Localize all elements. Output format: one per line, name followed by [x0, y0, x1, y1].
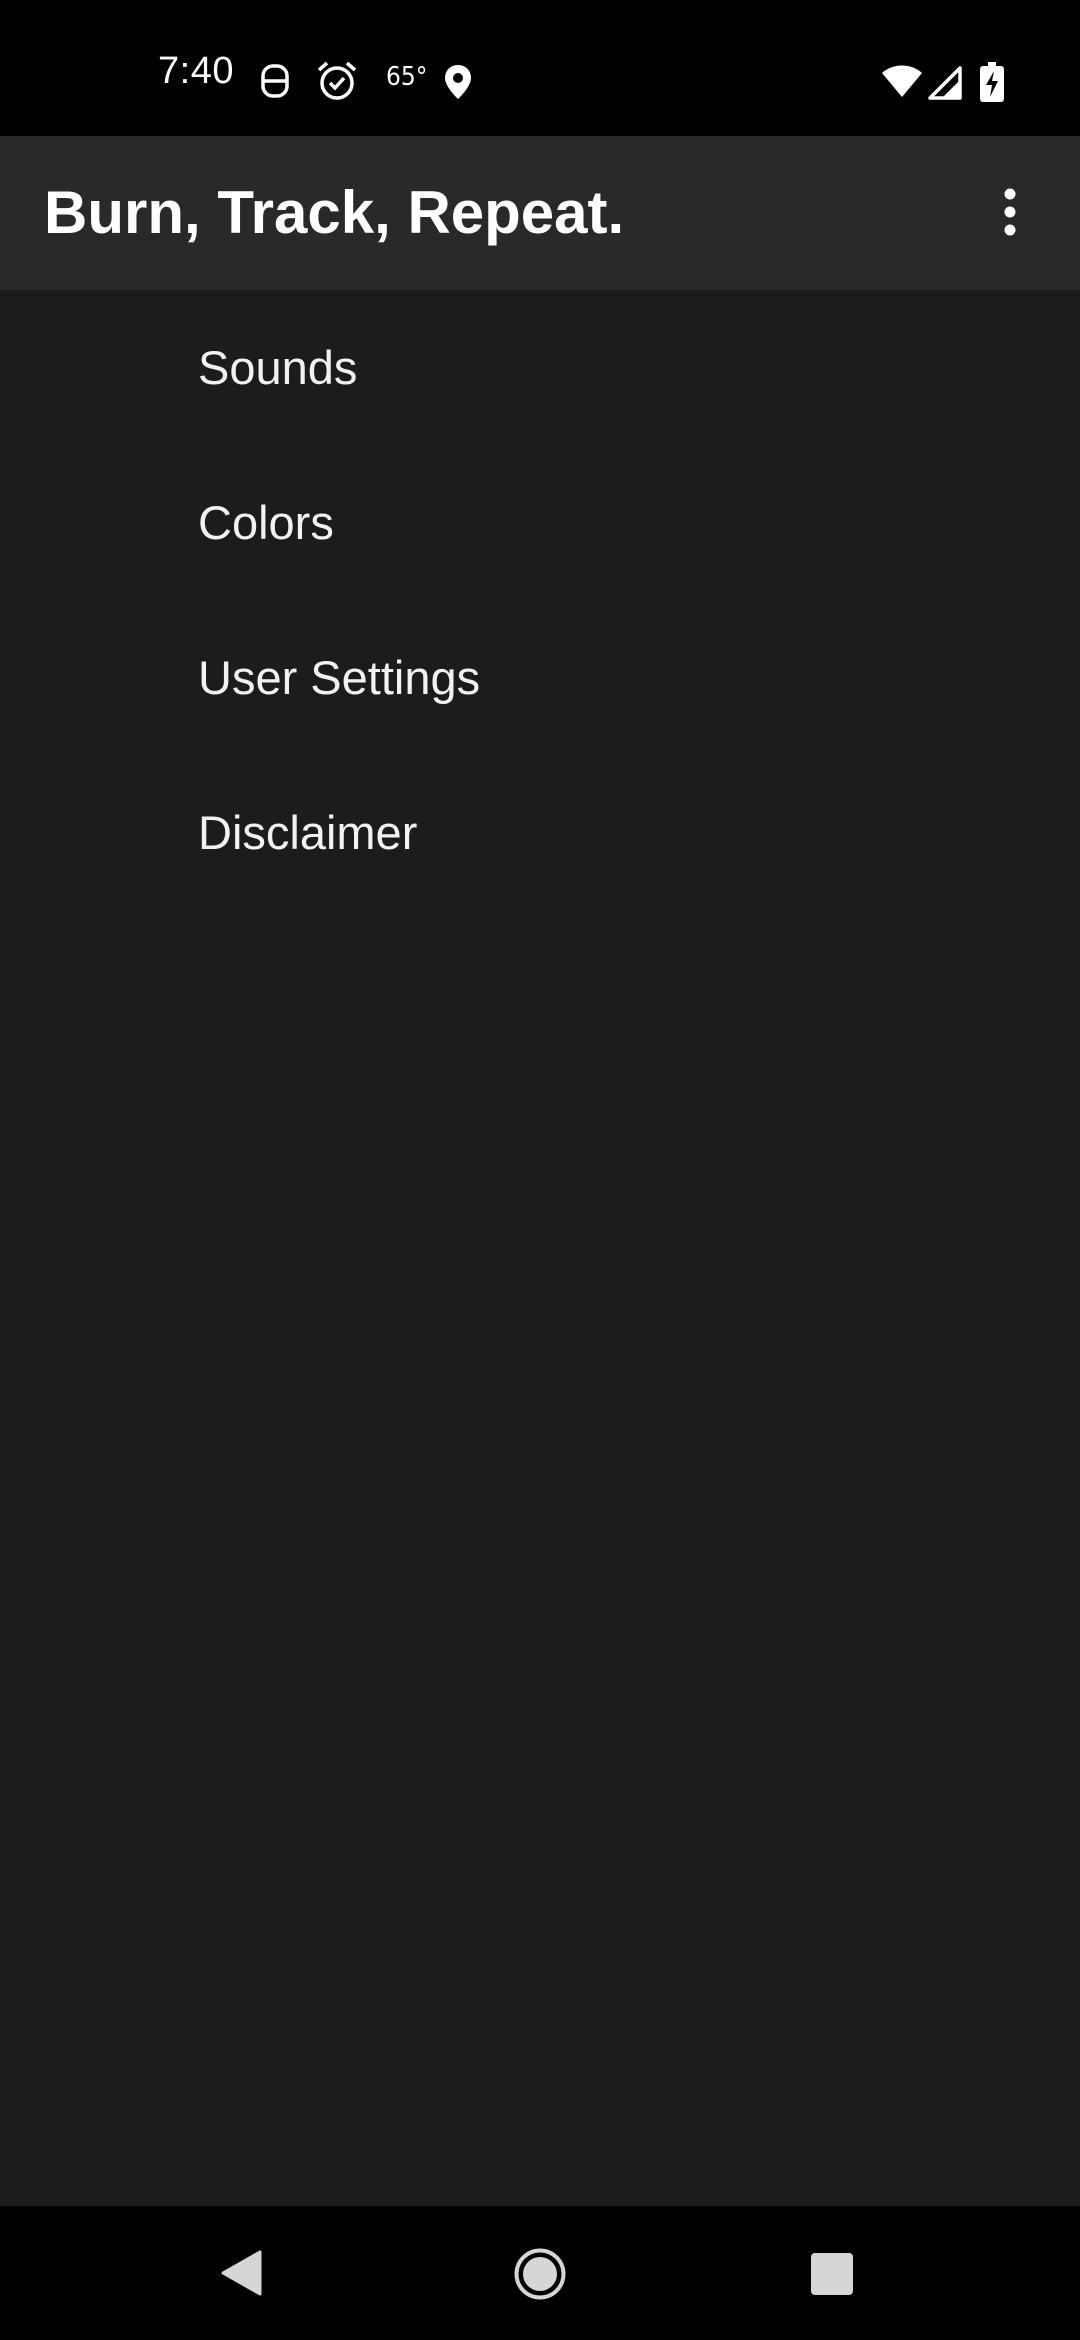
status-bar: 7:40 65°: [0, 0, 1080, 136]
status-time: 7:40: [158, 50, 234, 92]
menu-item-label: Sounds: [198, 341, 358, 394]
app-title: Burn, Track, Repeat.: [44, 179, 625, 246]
recents-icon: [811, 2253, 853, 2295]
menu-item-disclaimer[interactable]: Disclaimer: [0, 755, 1080, 910]
home-button[interactable]: [470, 2206, 610, 2340]
overflow-menu-button[interactable]: [960, 136, 1080, 290]
menu-item-label: User Settings: [198, 651, 481, 704]
notification-app-icon: [261, 64, 289, 98]
wifi-icon: [882, 65, 922, 97]
back-icon: [221, 2250, 262, 2296]
menu-item-user-settings[interactable]: User Settings: [0, 600, 1080, 755]
navigation-bar: [0, 2206, 1080, 2340]
recents-button[interactable]: [762, 2206, 902, 2340]
battery-charging-icon: [980, 62, 1004, 102]
more-vert-icon: [1004, 188, 1016, 236]
cellular-signal-icon: [928, 66, 962, 100]
menu-item-label: Disclaimer: [198, 806, 418, 859]
temperature-text: 65°: [386, 62, 428, 92]
back-button[interactable]: [174, 2206, 314, 2340]
location-pin-icon: [445, 65, 471, 99]
home-icon: [514, 2248, 566, 2300]
settings-menu-list: Sounds Colors User Settings Disclaimer: [0, 290, 1080, 910]
menu-item-colors[interactable]: Colors: [0, 445, 1080, 600]
settings-screen: 7:40 65° Burn, Track, Repeat. Sounds Col…: [0, 0, 1080, 2340]
menu-item-label: Colors: [198, 496, 334, 549]
menu-item-sounds[interactable]: Sounds: [0, 290, 1080, 445]
app-bar: Burn, Track, Repeat.: [0, 136, 1080, 290]
alarm-clock-icon: [317, 61, 357, 100]
